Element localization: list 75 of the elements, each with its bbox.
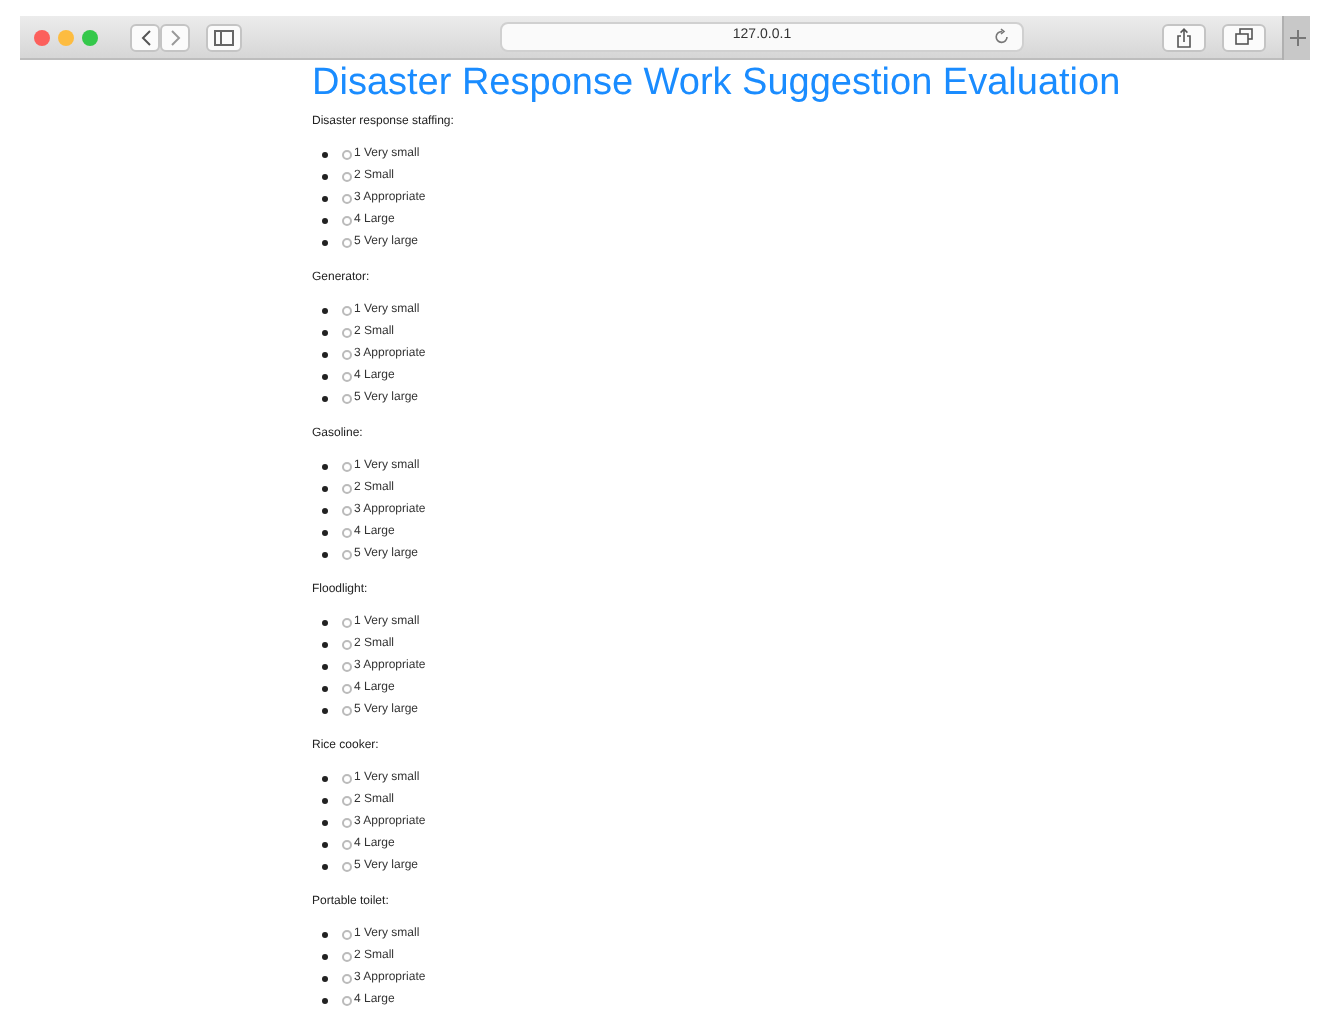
radio-button[interactable] (342, 974, 352, 984)
tabs-button[interactable] (1222, 23, 1266, 51)
plus-icon (1289, 29, 1305, 45)
bullet-icon (322, 352, 328, 358)
radio-button[interactable] (342, 952, 352, 962)
bullet-icon (322, 776, 328, 782)
bullet-icon (322, 620, 328, 626)
sidebar-icon (214, 29, 234, 45)
radio-button[interactable] (342, 818, 352, 828)
zoom-icon[interactable] (82, 29, 98, 45)
close-icon[interactable] (34, 29, 50, 45)
radio-button[interactable] (342, 372, 352, 382)
radio-button[interactable] (342, 216, 352, 226)
tabs-icon (1234, 28, 1254, 46)
share-button[interactable] (1162, 23, 1206, 51)
back-button[interactable] (130, 23, 160, 51)
radio-button[interactable] (342, 172, 352, 182)
bullet-icon (322, 708, 328, 714)
forward-icon (169, 29, 181, 45)
radio-button[interactable] (342, 930, 352, 940)
radio-button[interactable] (342, 706, 352, 716)
bullet-icon (322, 464, 328, 470)
radio-button[interactable] (342, 618, 352, 628)
bullet-icon (322, 642, 328, 648)
sidebar-button[interactable] (206, 23, 242, 51)
share-icon (1176, 27, 1192, 47)
bullet-icon (322, 396, 328, 402)
bullet-icon (322, 308, 328, 314)
bullet-icon (322, 798, 328, 804)
bullet-icon (322, 864, 328, 870)
radio-button[interactable] (342, 462, 352, 472)
radio-button[interactable] (342, 328, 352, 338)
radio-button[interactable] (342, 528, 352, 538)
bullet-icon (322, 374, 328, 380)
bullet-icon (322, 174, 328, 180)
back-icon (139, 29, 151, 45)
bullet-icon (322, 240, 328, 246)
radio-button[interactable] (342, 394, 352, 404)
radio-button[interactable] (342, 306, 352, 316)
bullet-icon (322, 954, 328, 960)
bullet-icon (322, 932, 328, 938)
bullet-icon (322, 152, 328, 158)
radio-button[interactable] (342, 662, 352, 672)
radio-button[interactable] (342, 194, 352, 204)
bullet-icon (322, 508, 328, 514)
bullet-icon (322, 664, 328, 670)
radio-button[interactable] (342, 484, 352, 494)
radio-button[interactable] (342, 684, 352, 694)
radio-button[interactable] (342, 774, 352, 784)
bullet-icon (322, 998, 328, 1004)
forward-button[interactable] (160, 23, 190, 51)
radio-button[interactable] (342, 238, 352, 248)
radio-button[interactable] (342, 506, 352, 516)
radio-button[interactable] (342, 550, 352, 560)
bullet-icon (322, 552, 328, 558)
radio-button[interactable] (342, 840, 352, 850)
bullet-icon (322, 686, 328, 692)
radio-button[interactable] (342, 862, 352, 872)
new-tab-button[interactable] (1282, 15, 1310, 59)
bullet-icon (322, 196, 328, 202)
radio-button[interactable] (342, 796, 352, 806)
minimize-icon[interactable] (58, 29, 74, 45)
bullet-icon (322, 486, 328, 492)
bullet-icon (322, 842, 328, 848)
radio-button[interactable] (342, 150, 352, 160)
page-title: Disaster Response Work Suggestion Evaluation (312, 62, 1123, 106)
bullet-icon (322, 330, 328, 336)
reload-icon[interactable] (994, 28, 1010, 46)
bullet-icon (322, 218, 328, 224)
radio-button[interactable] (342, 350, 352, 360)
radio-button[interactable] (342, 996, 352, 1006)
bullet-icon (322, 820, 328, 826)
bullet-icon (322, 976, 328, 982)
radio-button[interactable] (342, 640, 352, 650)
bullet-icon (322, 530, 328, 536)
